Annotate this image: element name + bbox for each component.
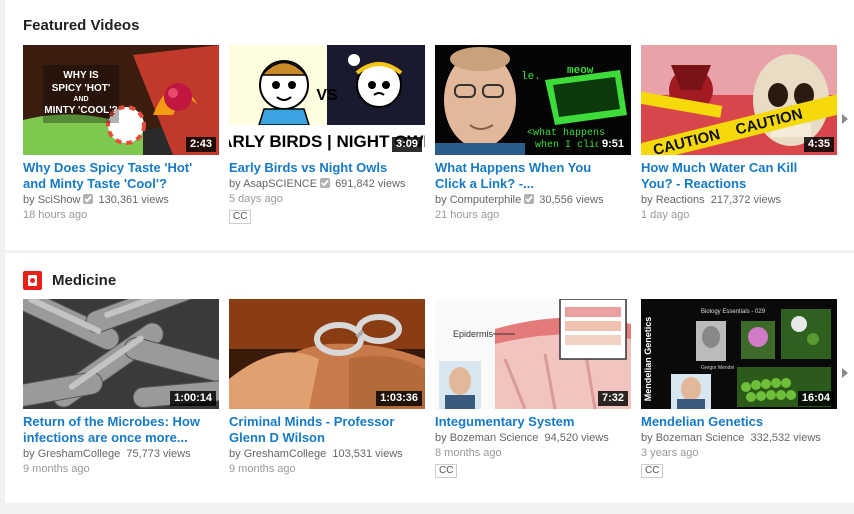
video-duration: 1:00:14 [170,391,216,406]
view-count: 30,556 views [539,194,604,206]
shelf-title[interactable]: Medicine [52,272,116,289]
video-thumbnail[interactable]: VS EARLY BIRDS | NIGHT OWLS 3:09 [229,45,425,155]
video-duration: 2:43 [185,137,216,152]
closed-captions-badge: CC [641,464,664,478]
video-duration: 1:03:36 [376,391,422,406]
video-thumbnail[interactable]: Mendelian Genetics Biology Essentials - … [641,299,837,409]
video-card: Epidermis 7:32 Integumentary System by B… [435,299,631,478]
thumb-text: AND [73,96,88,103]
shelf-title[interactable]: Featured Videos [23,17,139,34]
video-meta: by Bozeman Science 332,532 views [641,432,821,444]
verified-check-icon [320,178,331,188]
video-thumbnail[interactable]: Epidermis 7:32 [435,299,631,409]
channel-link[interactable]: Computerphile [450,194,522,206]
channel-link[interactable]: SciShow [38,194,81,206]
channel-link[interactable]: Reactions [656,194,705,206]
featured-shelf: Featured Videos WHY IS SPICY 'HOT' AND M… [5,0,854,250]
video-card: 1:00:14 Return of the Microbes: How infec… [23,299,219,476]
closed-captions-badge: CC [229,210,252,224]
video-card: Mendelian Genetics Biology Essentials - … [641,299,837,478]
video-thumbnail[interactable]: 1:00:14 [23,299,219,409]
view-count: 332,532 views [750,432,821,444]
video-title-link[interactable]: Integumentary System [435,414,631,430]
video-title-link[interactable]: What Happens When You Click a Link? -... [435,160,631,192]
thumb-text: WHY IS [63,70,99,81]
video-meta: by Reactions 217,372 views [641,194,782,206]
video-title-link[interactable]: How Much Water Can Kill You? - Reactions [641,160,837,192]
chevron-right-icon[interactable] [840,112,854,126]
view-count: 75,773 views [126,448,191,460]
channel-link[interactable]: GreshamCollege [38,448,121,460]
thumb-text: le. [521,71,541,83]
video-thumbnail[interactable]: WHY IS SPICY 'HOT' AND MINTY 'COOL'? 2:4… [23,45,219,155]
video-meta: by Bozeman Science 94,520 views [435,432,609,444]
video-card: le. meow <what happens when I click?> 9:… [435,45,631,222]
video-card: CAUTION CAUTION 4:35 How Much Water Can … [641,45,837,222]
video-title-link[interactable]: Why Does Spicy Taste 'Hot' and Minty Tast… [23,160,219,192]
video-thumbnail[interactable]: CAUTION CAUTION 4:35 [641,45,837,155]
channel-link[interactable]: Bozeman Science [450,432,539,444]
video-duration: 7:32 [597,391,628,406]
channel-link[interactable]: GreshamCollege [244,448,327,460]
thumb-text: meow [567,65,594,77]
upload-age: 5 days ago [229,193,283,205]
upload-age: 18 hours ago [23,209,88,221]
video-duration: 4:35 [803,137,834,152]
video-duration: 9:51 [597,137,628,152]
video-meta: by AsapSCIENCE 691,842 views [229,178,406,190]
thumb-text: Biology Essentials - 029 [701,309,766,315]
view-count: 130,361 views [98,194,169,206]
channel-link[interactable]: Bozeman Science [656,432,745,444]
video-thumbnail[interactable]: le. meow <what happens when I click?> 9:… [435,45,631,155]
channel-link[interactable]: AsapSCIENCE [243,178,317,190]
upload-age: 21 hours ago [435,209,500,221]
video-thumbnail[interactable]: 1:03:36 [229,299,425,409]
thumb-text: MINTY 'COOL'? [44,105,117,116]
verified-check-icon [83,194,94,204]
video-title-link[interactable]: Early Birds vs Night Owls [229,160,425,176]
video-title-link[interactable]: Criminal Minds - Professor Glenn D Wilson [229,414,425,446]
upload-age: 8 months ago [435,447,502,459]
view-count: 103,531 views [332,448,403,460]
thumb-text: VS [316,87,338,104]
view-count: 94,520 views [544,432,609,444]
thumb-text: Epidermis [453,329,494,339]
medicine-channel-icon[interactable] [23,271,42,290]
chevron-right-icon[interactable] [840,366,854,380]
view-count: 691,842 views [335,178,406,190]
thumb-text: Gregor Mendel [701,365,734,371]
video-title-link[interactable]: Mendelian Genetics [641,414,837,430]
medicine-shelf: Medicine 1:00:14 Return of the Microbes:… [5,253,854,503]
video-meta: by GreshamCollege 103,531 views [229,448,403,460]
upload-age: 3 years ago [641,447,699,459]
video-card: WHY IS SPICY 'HOT' AND MINTY 'COOL'? 2:4… [23,45,219,222]
video-card: VS EARLY BIRDS | NIGHT OWLS 3:09 Early B… [229,45,425,224]
upload-age: 1 day ago [641,209,690,221]
video-duration: 3:09 [391,137,422,152]
closed-captions-badge: CC [435,464,458,478]
view-count: 217,372 views [710,194,782,206]
thumb-text: Mendelian Genetics [643,317,653,402]
thumb-text: SPICY 'HOT' [52,83,110,94]
video-meta: by SciShow 130,361 views [23,194,169,206]
upload-age: 9 months ago [229,463,296,475]
video-meta: by Computerphile 30,556 views [435,194,604,206]
verified-check-icon [524,194,535,204]
video-duration: 16:04 [797,391,834,406]
video-card: 1:03:36 Criminal Minds - Professor Glenn … [229,299,425,476]
video-meta: by GreshamCollege 75,773 views [23,448,191,460]
thumb-text: <what happens [527,127,605,139]
upload-age: 9 months ago [23,463,90,475]
video-title-link[interactable]: Return of the Microbes: How infections ar… [23,414,219,446]
